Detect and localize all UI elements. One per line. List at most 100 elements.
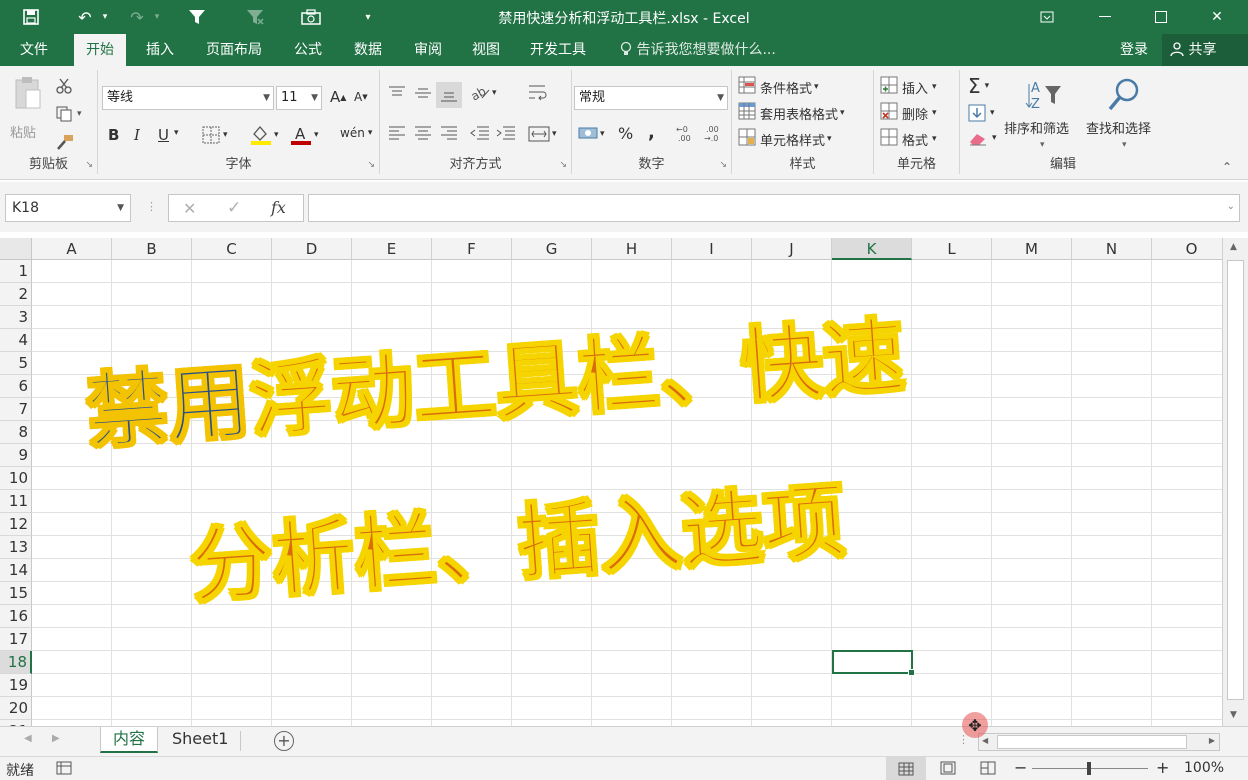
scroll-right-icon[interactable]: ▶ (1209, 736, 1215, 745)
column-header[interactable]: B (112, 238, 192, 260)
scroll-down-icon[interactable]: ▼ (1230, 710, 1237, 720)
wrap-text-icon[interactable] (528, 84, 548, 102)
underline-button[interactable]: U (158, 126, 169, 144)
scroll-sheets-right-icon[interactable]: ▶ (52, 733, 60, 744)
minimize-icon[interactable] (1082, 0, 1128, 34)
cancel-icon[interactable]: ✕ (183, 199, 196, 218)
column-header[interactable]: C (192, 238, 272, 260)
phonetic-icon[interactable]: wén ▾ (340, 126, 372, 140)
column-header[interactable]: K (832, 238, 912, 260)
column-header[interactable]: O (1152, 238, 1222, 260)
column-header[interactable]: A (32, 238, 112, 260)
column-header[interactable]: G (512, 238, 592, 260)
tab-insert[interactable]: 插入 (134, 34, 186, 66)
row-header[interactable]: 11 (0, 490, 32, 513)
tab-file[interactable]: 文件 (8, 34, 60, 66)
align-center-icon[interactable] (414, 126, 432, 140)
tab-page-layout[interactable]: 页面布局 (194, 34, 274, 66)
align-left-icon[interactable] (388, 126, 406, 140)
formula-input[interactable]: ⌄ (308, 194, 1240, 222)
format-painter-icon[interactable] (56, 134, 74, 150)
row-header[interactable]: 3 (0, 306, 32, 329)
fill-icon[interactable]: ▾ (968, 104, 995, 122)
zoom-level[interactable]: 100% (1184, 760, 1224, 776)
merge-center-icon[interactable]: ▾ (528, 126, 557, 142)
zoom-slider-thumb[interactable] (1087, 762, 1091, 775)
horizontal-scrollbar[interactable]: ◀ ▶ (978, 733, 1220, 751)
vertical-scroll-thumb[interactable] (1227, 260, 1244, 700)
cell-styles-button[interactable]: 单元格样式 ▾ (738, 128, 832, 150)
font-color-icon[interactable]: A ▾ (290, 124, 319, 146)
ribbon-display-icon[interactable] (1024, 0, 1070, 34)
row-header[interactable]: 7 (0, 398, 32, 421)
row-header[interactable]: 2 (0, 283, 32, 306)
autosum-button[interactable]: Σ ▾ (968, 74, 989, 98)
row-header[interactable]: 8 (0, 421, 32, 444)
orientation-icon[interactable]: ab ▾ (470, 84, 497, 102)
percent-button[interactable]: % (618, 124, 633, 143)
shrink-font-button[interactable]: A ▼ (354, 90, 368, 104)
row-header[interactable]: 6 (0, 375, 32, 398)
column-header[interactable]: L (912, 238, 992, 260)
page-layout-view-icon[interactable] (940, 761, 956, 779)
macro-record-icon[interactable] (56, 761, 72, 779)
row-header[interactable]: 20 (0, 697, 32, 720)
dialog-launcher-icon[interactable]: ↘ (719, 160, 727, 170)
align-right-icon[interactable] (440, 126, 458, 140)
row-header[interactable]: 1 (0, 260, 32, 283)
increase-decimal-icon[interactable]: ←0.00 (676, 124, 698, 142)
dialog-launcher-icon[interactable]: ↘ (85, 160, 93, 170)
number-format-combo[interactable]: 常规 ▼ (574, 86, 728, 110)
delete-cells-button[interactable]: 删除 ▾ (880, 102, 937, 124)
underline-dropdown-icon[interactable]: ▾ (174, 128, 179, 138)
insert-function-icon[interactable]: fx (271, 198, 286, 217)
dialog-launcher-icon[interactable]: ↘ (367, 160, 375, 170)
find-select-button[interactable] (1092, 76, 1156, 118)
column-header[interactable]: I (672, 238, 752, 260)
comma-button[interactable]: , (648, 122, 655, 143)
tab-data[interactable]: 数据 (342, 34, 394, 66)
close-icon[interactable]: ✕ (1194, 0, 1240, 34)
row-header[interactable]: 16 (0, 605, 32, 628)
grow-font-button[interactable]: A ▲ (330, 88, 346, 106)
expand-formula-icon[interactable]: ⌄ (1227, 201, 1235, 212)
row-header[interactable]: 15 (0, 582, 32, 605)
active-cell-k18[interactable] (832, 650, 915, 676)
align-middle-icon[interactable] (414, 86, 432, 100)
page-break-view-icon[interactable] (980, 761, 996, 779)
tell-me-search[interactable]: 告诉我您想要做什么... (620, 34, 776, 66)
tab-formulas[interactable]: 公式 (282, 34, 334, 66)
sheet-tab-sheet1[interactable]: Sheet1 (160, 727, 240, 753)
row-header[interactable]: 18 (0, 651, 32, 674)
select-all-corner[interactable] (0, 238, 32, 260)
cut-icon[interactable] (56, 78, 72, 94)
copy-dropdown-icon[interactable]: ▾ (77, 109, 82, 119)
clear-icon[interactable]: ▾ (968, 130, 997, 146)
tab-home[interactable]: 开始 (74, 34, 126, 66)
name-box[interactable]: K18 ▼ (5, 194, 131, 222)
scroll-sheets-left-icon[interactable]: ◀ (24, 733, 32, 744)
column-header[interactable]: H (592, 238, 672, 260)
zoom-out-button[interactable]: − (1014, 758, 1027, 777)
decrease-indent-icon[interactable] (470, 126, 490, 140)
format-cells-button[interactable]: 格式 ▾ (880, 128, 937, 150)
scroll-up-icon[interactable]: ▲ (1230, 242, 1237, 252)
login-button[interactable]: 登录 (1120, 34, 1148, 66)
decrease-decimal-icon[interactable]: .00 →.0 (704, 124, 726, 142)
row-header[interactable]: 5 (0, 352, 32, 375)
row-header[interactable]: 4 (0, 329, 32, 352)
row-header[interactable]: 19 (0, 674, 32, 697)
normal-view-icon[interactable] (886, 757, 926, 780)
insert-cells-button[interactable]: 插入 ▾ (880, 76, 937, 98)
format-as-table-button[interactable]: 套用表格格式 ▾ (738, 102, 845, 124)
conditional-format-button[interactable]: 条件格式 ▾ (738, 76, 819, 98)
column-header[interactable]: D (272, 238, 352, 260)
maximize-icon[interactable] (1138, 0, 1184, 34)
enter-icon[interactable]: ✓ (227, 198, 241, 218)
borders-icon[interactable]: ▾ (202, 126, 228, 144)
column-header[interactable]: M (992, 238, 1072, 260)
dialog-launcher-icon[interactable]: ↘ (559, 160, 567, 170)
scroll-left-icon[interactable]: ◀ (982, 736, 988, 745)
row-header[interactable]: 14 (0, 559, 32, 582)
horizontal-scroll-thumb[interactable] (997, 735, 1187, 749)
